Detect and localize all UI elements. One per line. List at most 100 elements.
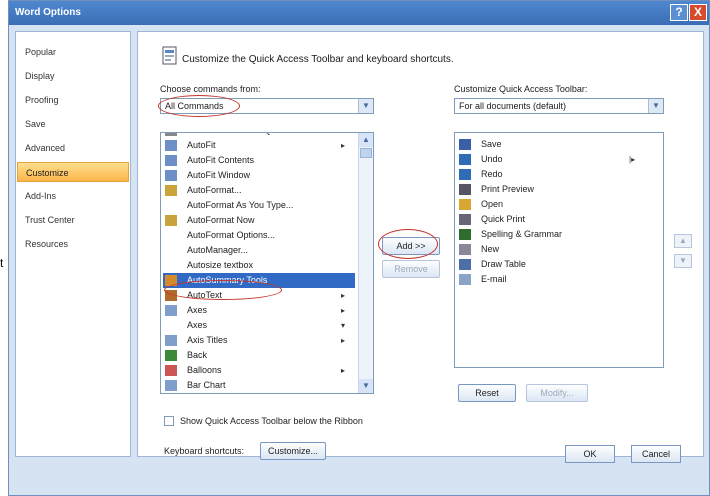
dialog-title: Word Options: [15, 7, 81, 18]
list-item[interactable]: Spelling & Grammar: [457, 227, 645, 242]
back-icon: [165, 350, 177, 361]
list-item-label: Autosize textbox: [187, 260, 254, 270]
scroll-down-icon[interactable]: ▼: [359, 379, 373, 393]
nav-item-customize[interactable]: Customize: [17, 162, 129, 182]
list-item[interactable]: AutoManager...: [163, 243, 355, 258]
close-button[interactable]: X: [689, 4, 707, 21]
undo-icon: [459, 154, 471, 165]
list-item[interactable]: Redo: [457, 167, 645, 182]
customize-toolbar-combo[interactable]: For all documents (default) ▼: [454, 98, 664, 114]
word-options-dialog: Word Options ? X Popular Display Proofing S…: [8, 0, 710, 496]
list-item[interactable]: Balloons ▸: [163, 363, 355, 378]
choose-commands-label: Choose commands from:: [160, 84, 261, 94]
list-item-label: E-mail: [481, 274, 507, 284]
customize-shortcuts-button[interactable]: Customize...: [260, 442, 326, 460]
chevron-down-icon[interactable]: ▼: [358, 99, 373, 113]
quick-access-list[interactable]: Save Undo |▸ Redo Print Preview Open Quick Pri…: [454, 132, 664, 368]
list-item[interactable]: Save: [457, 137, 645, 152]
help-button[interactable]: ?: [670, 4, 688, 21]
list-item-label: AutoFit Window: [187, 170, 251, 180]
scroll-thumb[interactable]: [360, 148, 372, 158]
nav-item-add-ins[interactable]: Add-Ins: [17, 186, 129, 206]
chart-icon: [165, 305, 177, 316]
nav-item-advanced[interactable]: Advanced: [17, 138, 129, 158]
printer-icon: [459, 214, 471, 225]
remove-button[interactable]: Remove: [382, 260, 440, 278]
list-item-label: Balloons: [187, 365, 222, 375]
list-item[interactable]: Open: [457, 197, 645, 212]
list-item[interactable]: AutoFormat...: [163, 183, 355, 198]
submenu-arrow-icon: ▸: [341, 306, 346, 315]
list-item[interactable]: AutoFormat As You Type...: [163, 198, 355, 213]
move-down-button[interactable]: ▼: [674, 254, 692, 268]
panel-heading: Customize the Quick Access Toolbar and k…: [182, 54, 454, 65]
list-item[interactable]: AutoFit Contents: [163, 153, 355, 168]
submenu-arrow-icon: ▾: [341, 321, 346, 330]
nav-item-display[interactable]: Display: [17, 66, 129, 86]
list-item-label: AutoFit Contents: [187, 155, 255, 165]
list-item-label: Spelling & Grammar: [481, 229, 563, 239]
list-item-label: AutoFit: [187, 140, 216, 150]
ok-button[interactable]: OK: [565, 445, 615, 463]
list-item[interactable]: AutoFit Window: [163, 168, 355, 183]
nav-item-save[interactable]: Save: [17, 114, 129, 134]
commands-scrollbar[interactable]: ▲ ▼: [358, 133, 373, 393]
list-item-label: Save: [481, 139, 502, 149]
annotation-circle: [164, 280, 282, 300]
title-bar: Word Options ? X: [9, 1, 709, 25]
list-item[interactable]: New: [457, 242, 645, 257]
list-item[interactable]: Back: [163, 348, 355, 363]
show-below-label: Show Quick Access Toolbar below the Ribb…: [180, 416, 363, 426]
chevron-down-icon[interactable]: ▼: [648, 99, 663, 113]
list-item-label: Undo: [481, 154, 503, 164]
list-item[interactable]: Axis Titles ▸: [163, 333, 355, 348]
modify-button[interactable]: Modify...: [526, 384, 588, 402]
list-item[interactable]: E-mail: [457, 272, 645, 287]
customize-toolbar-label: Customize Quick Access Toolbar:: [454, 84, 588, 94]
list-item[interactable]: Draw Table: [457, 257, 645, 272]
list-item[interactable]: Bar Chart: [163, 378, 355, 393]
move-up-button[interactable]: ▲: [674, 234, 692, 248]
dialog-body: Popular Display Proofing Save Advanced Custom…: [15, 31, 705, 460]
list-item-label: Bar Chart: [187, 380, 226, 390]
nav-item-trust-center[interactable]: Trust Center: [17, 210, 129, 230]
email-icon: [459, 274, 471, 285]
nav-item-proofing[interactable]: Proofing: [17, 90, 129, 110]
list-item[interactable]: Print Preview: [457, 182, 645, 197]
keyboard-shortcuts-label: Keyboard shortcuts:: [164, 446, 245, 456]
list-item[interactable]: Axes ▾: [163, 318, 355, 333]
document-icon: [165, 185, 177, 196]
show-below-checkbox[interactable]: [164, 416, 174, 426]
list-item-label: AutoFormat Options...: [187, 230, 276, 240]
table-icon: [165, 140, 177, 151]
submenu-arrow-icon: ▸: [341, 141, 346, 150]
reset-button[interactable]: Reset: [458, 384, 516, 402]
list-item-label: Print Preview: [481, 184, 535, 194]
redo-icon: [459, 169, 471, 180]
cancel-button[interactable]: Cancel: [631, 445, 681, 463]
list-item[interactable]: AutoFormat Now: [163, 213, 355, 228]
list-item[interactable]: Autosize textbox: [163, 258, 355, 273]
table-icon: [165, 155, 177, 166]
annotation-circle: [158, 95, 240, 117]
list-item[interactable]: Undo |▸: [457, 152, 645, 167]
list-item[interactable]: Quick Print: [457, 212, 645, 227]
table-icon: [165, 170, 177, 181]
list-item-label: AutoFormat...: [187, 185, 242, 195]
nav-item-resources[interactable]: Resources: [17, 234, 129, 254]
scroll-up-icon[interactable]: ▲: [359, 133, 373, 147]
customize-panel: Customize the Quick Access Toolbar and k…: [137, 31, 704, 460]
nav-item-popular[interactable]: Popular: [17, 42, 129, 62]
list-item-label: AutoFormat Now: [187, 215, 255, 225]
commands-list[interactable]: AutoCorrect Smart QuotesAutoFit▸AutoFit …: [160, 132, 374, 394]
list-item-label: Back: [187, 350, 208, 360]
list-item[interactable]: AutoFit ▸: [163, 138, 355, 153]
chart-icon: [165, 335, 177, 346]
list-item[interactable]: AutoFormat Options...: [163, 228, 355, 243]
list-item[interactable]: Axes ▸: [163, 303, 355, 318]
autocorrect-icon: [165, 133, 177, 136]
new-document-icon: [459, 244, 471, 255]
chart-icon: [165, 380, 177, 391]
balloon-icon: [165, 365, 177, 376]
annotation-circle: [378, 229, 438, 259]
